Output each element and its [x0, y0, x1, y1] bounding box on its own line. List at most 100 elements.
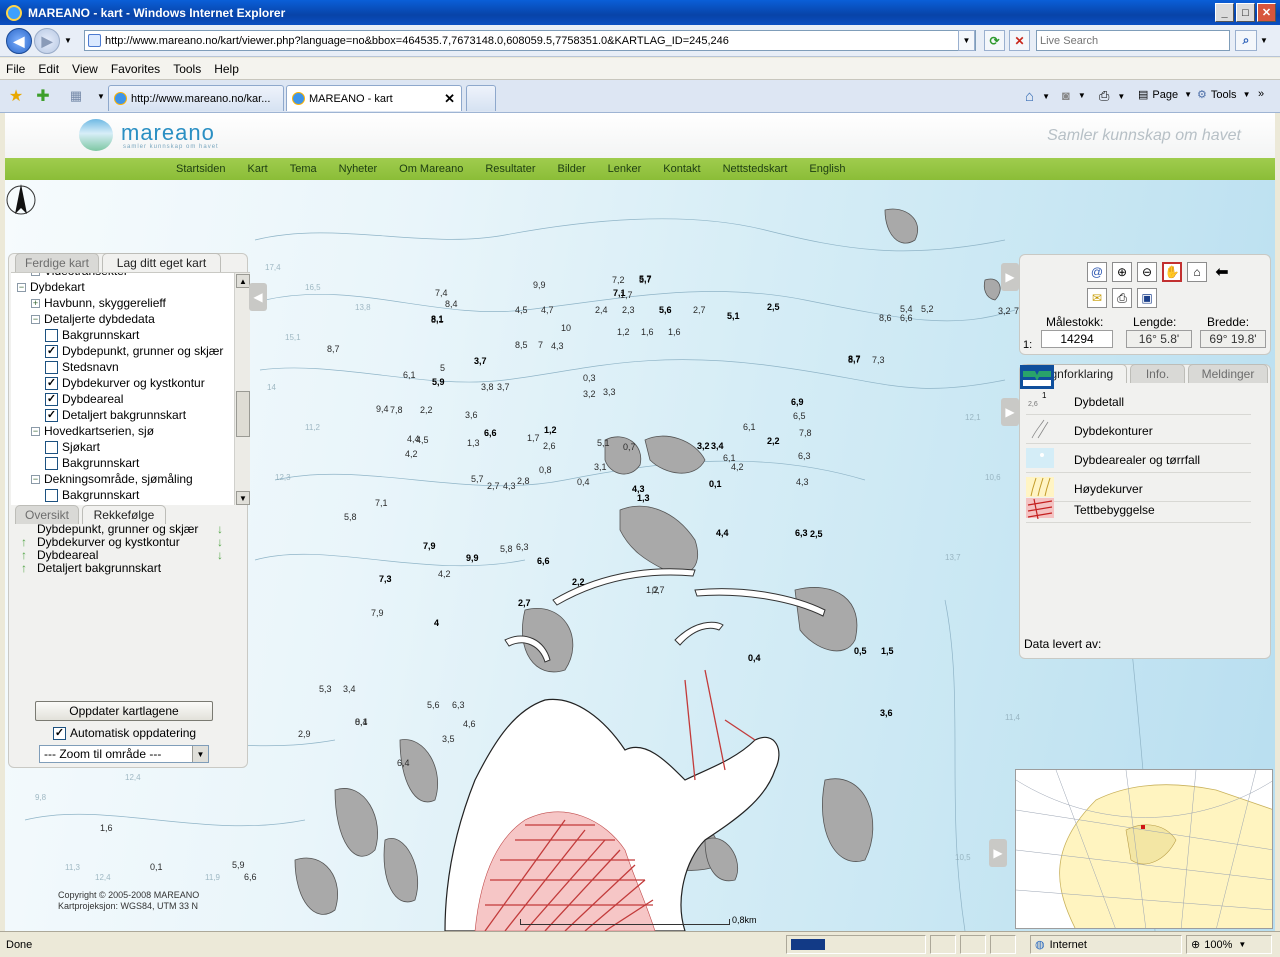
menu-edit[interactable]: Edit — [38, 62, 59, 76]
layer-checkbox[interactable]: ✓ — [45, 408, 58, 422]
page-menu[interactable]: ▤ Page ▼ — [1138, 88, 1192, 102]
layer-tree-item[interactable]: + Havbunn, skyggerelieff — [11, 295, 233, 311]
move-up-icon[interactable]: ↑ — [21, 535, 27, 549]
back-button[interactable]: ◀ — [6, 28, 32, 54]
nav-lenker[interactable]: Lenker — [608, 163, 642, 175]
add-favorite-icon[interactable]: ✚ — [34, 87, 52, 105]
site-logo-text[interactable]: mareano — [121, 120, 215, 146]
move-down-icon[interactable]: ↓ — [217, 522, 223, 536]
search-options-icon[interactable]: ▼ — [1260, 36, 1268, 45]
nav-nyheter[interactable]: Nyheter — [339, 163, 378, 175]
layer-tree-item[interactable]: − Dekningsområde, sjømåling — [11, 471, 233, 487]
zoom-out-icon[interactable]: ⊖ — [1137, 262, 1157, 282]
move-up-icon[interactable]: ↑ — [21, 561, 27, 575]
menu-view[interactable]: View — [72, 62, 98, 76]
menu-favorites[interactable]: Favorites — [111, 62, 160, 76]
menu-file[interactable]: File — [6, 62, 25, 76]
tab-mareano-url[interactable]: http://www.mareano.no/kar... — [108, 85, 284, 111]
move-down-icon[interactable]: ↓ — [217, 548, 223, 562]
tab-meldinger[interactable]: Meldinger — [1188, 364, 1268, 383]
layer-tree-item[interactable]: Bakgrunnskart — [11, 327, 233, 343]
nav-tema[interactable]: Tema — [290, 163, 317, 175]
address-field[interactable]: http://www.mareano.no/kart/viewer.php?la… — [84, 30, 976, 51]
layer-tree-item[interactable]: ✓ Detaljert bakgrunnskart — [11, 407, 233, 423]
layer-tree-item[interactable]: ✓ Dybdeareal — [11, 391, 233, 407]
layer-checkbox[interactable]: ✓ — [45, 344, 58, 358]
layer-checkbox[interactable] — [45, 328, 58, 342]
nav-bilder[interactable]: Bilder — [558, 163, 586, 175]
move-down-icon[interactable]: ↓ — [217, 535, 223, 549]
layer-checkbox[interactable]: ✓ — [45, 376, 58, 390]
forward-button[interactable]: ▶ — [34, 28, 60, 54]
auto-update-checkbox[interactable]: ✓ — [53, 726, 66, 740]
print-toolbar-icon[interactable]: ⎙ ▼ — [1099, 88, 1125, 104]
scroll-up-icon[interactable]: ▲ — [236, 274, 250, 288]
zoom-level-control[interactable]: ⊕ 100% ▼ — [1186, 935, 1272, 954]
menu-tools[interactable]: Tools — [173, 62, 201, 76]
layer-tree-item[interactable]: Bakgrunnskart — [11, 487, 233, 503]
minimize-button[interactable]: _ — [1215, 3, 1234, 22]
layer-tree-item[interactable]: − Hovedkartserien, sjø — [11, 423, 233, 439]
layer-checkbox[interactable] — [45, 488, 58, 502]
quick-tabs-icon[interactable]: ▦ — [67, 87, 85, 105]
scroll-down-icon[interactable]: ▼ — [236, 491, 250, 505]
tab-mareano-kart[interactable]: MAREANO - kart ✕ — [286, 85, 462, 111]
zoom-extent-icon[interactable]: ⌂ — [1187, 262, 1207, 282]
expand-icon[interactable]: + — [31, 298, 40, 308]
recent-pages-dropdown-icon[interactable]: ▼ — [64, 36, 72, 45]
collapse-left-panel-icon[interactable]: ◀ — [249, 283, 267, 311]
search-icon[interactable]: ⌕ — [1235, 30, 1257, 51]
toolbar-overflow-icon[interactable]: » — [1258, 88, 1264, 100]
address-dropdown-icon[interactable]: ▼ — [958, 30, 975, 51]
nav-startsiden[interactable]: Startsiden — [176, 163, 226, 175]
collapse-icon[interactable]: − — [31, 474, 40, 484]
layer-checkbox[interactable] — [45, 360, 58, 374]
back-arrow-icon[interactable]: ⬅ — [1212, 262, 1232, 282]
layer-tree-item[interactable]: Bakgrunnskart — [11, 455, 233, 471]
scroll-thumb[interactable] — [236, 391, 250, 437]
maximize-button[interactable]: □ — [1236, 3, 1255, 22]
overview-map[interactable] — [1015, 769, 1273, 929]
scale-input[interactable]: 14294 — [1041, 330, 1113, 348]
feeds-icon[interactable]: ◙ ▼ — [1062, 88, 1086, 103]
collapse-icon[interactable]: − — [31, 273, 40, 276]
map-canvas[interactable]: 9,9 7,2 5,7 7,4 8,4 4,5 4,7 2,4 2,3 2,7 5,6 8,1 1,7 5… — [5, 180, 1275, 931]
stop-icon[interactable]: ✕ — [1009, 30, 1030, 51]
nav-nettstedskart[interactable]: Nettstedskart — [723, 163, 788, 175]
refresh-icon[interactable]: ⟳ — [984, 30, 1005, 51]
layer-tree-item[interactable]: Sjøkart — [11, 439, 233, 455]
tools-menu[interactable]: ⚙ Tools ▼ — [1197, 88, 1250, 102]
zoom-in-icon[interactable]: ⊕ — [1112, 262, 1132, 282]
pan-hand-icon[interactable]: ✋ — [1162, 262, 1182, 282]
save-icon[interactable]: ▣ — [1137, 288, 1157, 308]
home-icon[interactable]: ⌂ ▼ — [1025, 88, 1050, 105]
layer-checkbox[interactable] — [45, 440, 58, 454]
live-search-input[interactable] — [1036, 30, 1230, 51]
tab-ferdige-kart[interactable]: Ferdige kart — [15, 253, 99, 272]
menu-help[interactable]: Help — [214, 62, 239, 76]
collapse-icon[interactable]: − — [17, 282, 26, 292]
layer-tree-item[interactable]: ✓ Dybdepunkt, grunner og skjær — [11, 343, 233, 359]
nav-english[interactable]: English — [809, 163, 845, 175]
layer-tree-item[interactable]: − Dybdekart — [11, 279, 233, 295]
collapse-icon[interactable]: − — [31, 314, 40, 324]
update-layers-button[interactable]: Oppdater kartlagene — [35, 701, 213, 721]
move-up-icon[interactable]: ↑ — [21, 548, 27, 562]
at-icon[interactable]: @ — [1087, 262, 1107, 282]
layer-tree-item[interactable]: ✓ Dybdekurver og kystkontur — [11, 375, 233, 391]
nav-resultater[interactable]: Resultater — [485, 163, 535, 175]
layer-checkbox[interactable]: ✓ — [45, 392, 58, 406]
nav-kontakt[interactable]: Kontakt — [663, 163, 700, 175]
tab-lag-ditt-eget-kart[interactable]: Lag ditt eget kart — [102, 253, 221, 272]
security-zone[interactable]: ◍ Internet — [1030, 935, 1182, 954]
collapse-overview-icon[interactable]: ▶ — [989, 839, 1007, 867]
layer-tree-scrollbar[interactable]: ▲ ▼ — [234, 273, 250, 505]
close-window-button[interactable]: ✕ — [1257, 3, 1276, 22]
layer-tree-item[interactable]: − Detaljerte dybdedata — [11, 311, 233, 327]
collapse-tool-panel-icon[interactable]: ▶ — [1001, 263, 1019, 291]
data-provider-logo[interactable] — [1020, 365, 1054, 389]
print-icon[interactable]: ⎙ — [1112, 288, 1132, 308]
zoom-area-select[interactable]: --- Zoom til område --- ▼ — [39, 745, 209, 763]
nav-kart[interactable]: Kart — [248, 163, 268, 175]
close-tab-icon[interactable]: ✕ — [444, 91, 455, 107]
